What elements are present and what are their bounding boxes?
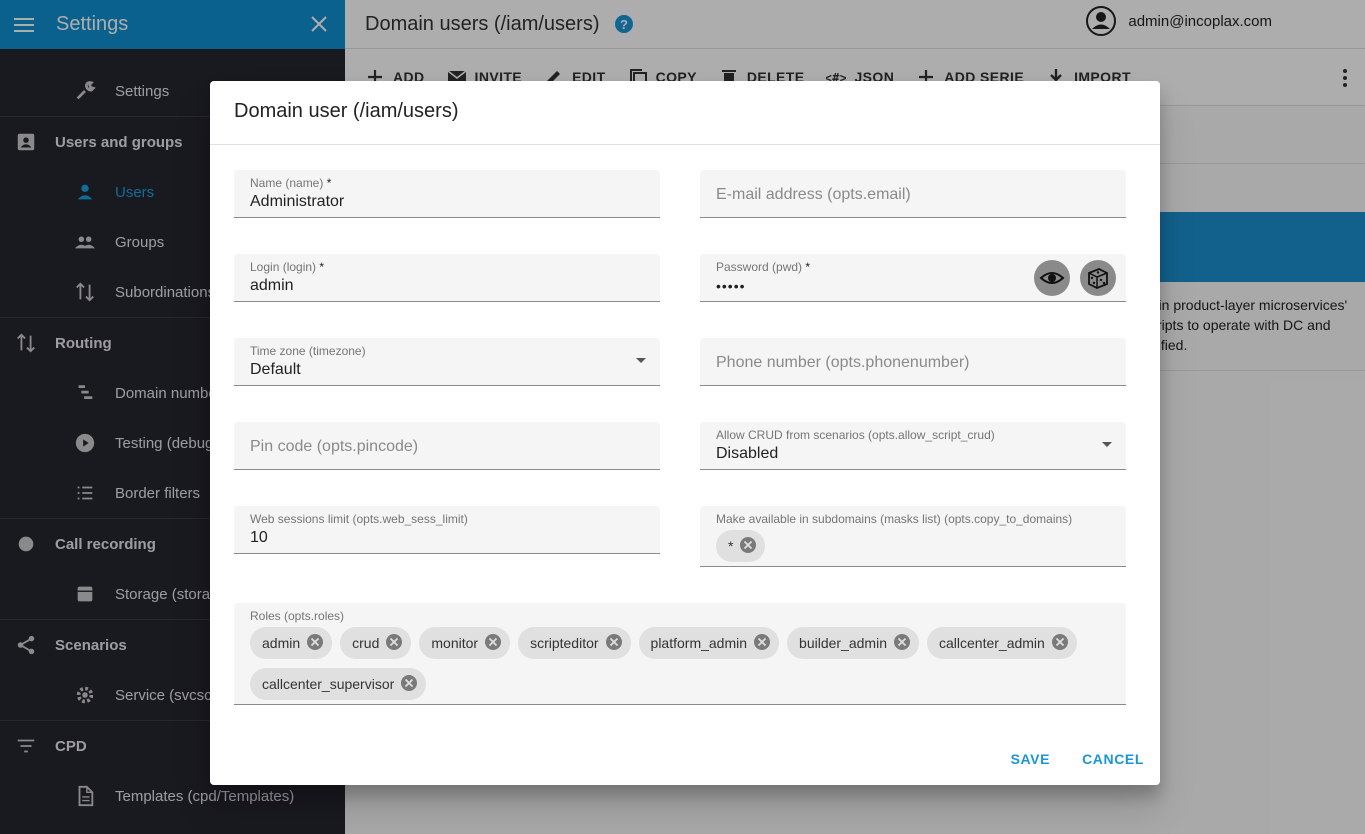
chip-label: admin [262, 635, 301, 651]
chevron-down-icon [1102, 442, 1112, 447]
email-placeholder: E-mail address (opts.email) [716, 186, 911, 203]
dialog-title: Domain user (/iam/users) [210, 81, 1160, 145]
pincode-placeholder: Pin code (opts.pincode) [250, 438, 419, 455]
generate-password-button[interactable] [1080, 260, 1116, 296]
save-button[interactable]: SAVE [1011, 751, 1051, 767]
remove-chip-icon[interactable] [599, 633, 623, 654]
chip[interactable]: callcenter_supervisor [250, 668, 427, 700]
allow-crud-select[interactable]: Allow CRUD from scenarios (opts.allow_sc… [700, 422, 1126, 470]
remove-chip-icon[interactable] [1045, 633, 1069, 654]
password-field[interactable]: Password (pwd) * ••••• [700, 254, 1126, 302]
chip[interactable]: platform_admin [638, 627, 780, 659]
roles-chips: admin crud monitor scripteditor platform_adm… [250, 627, 1110, 709]
remove-chip-icon[interactable] [887, 633, 911, 654]
login-label: Login (login) * [250, 260, 325, 274]
remove-chip-icon[interactable] [300, 633, 324, 654]
web-sessions-value: 10 [250, 529, 268, 546]
copy-to-domains-field[interactable]: Make available in subdomains (masks list… [700, 506, 1126, 567]
chip[interactable]: callcenter_admin [926, 627, 1077, 659]
login-field[interactable]: Login (login) * admin [234, 254, 660, 302]
chip-label: platform_admin [650, 635, 748, 651]
chip[interactable]: * [716, 530, 766, 562]
dialog-actions: SAVE CANCEL [979, 751, 1144, 767]
chip-label: callcenter_admin [938, 635, 1045, 651]
remove-chip-icon[interactable] [478, 633, 502, 654]
name-field[interactable]: Name (name) * Administrator [234, 170, 660, 218]
chip[interactable]: scripteditor [518, 627, 631, 659]
chip-label: crud [352, 635, 380, 651]
timezone-label: Time zone (timezone) [250, 344, 366, 358]
chip[interactable]: monitor [419, 627, 511, 659]
login-value: admin [250, 277, 294, 294]
cancel-button[interactable]: CANCEL [1082, 751, 1144, 767]
remove-chip-icon[interactable] [379, 633, 403, 654]
chip[interactable]: crud [340, 627, 412, 659]
chip-label: builder_admin [799, 635, 887, 651]
roles-field[interactable]: Roles (opts.roles) admin crud monitor scrip… [234, 603, 1126, 705]
name-value: Administrator [250, 193, 345, 210]
timezone-select[interactable]: Time zone (timezone) Default [234, 338, 660, 386]
remove-chip-icon[interactable] [394, 674, 418, 695]
show-password-button[interactable] [1034, 260, 1070, 296]
email-field[interactable]: E-mail address (opts.email) [700, 170, 1126, 218]
chip-label: callcenter_supervisor [262, 676, 395, 692]
chevron-down-icon [636, 358, 646, 363]
allow-crud-label: Allow CRUD from scenarios (opts.allow_sc… [716, 428, 995, 442]
phone-placeholder: Phone number (opts.phonenumber) [716, 354, 970, 371]
chip[interactable]: admin [250, 627, 333, 659]
allow-crud-value: Disabled [716, 445, 779, 462]
web-sessions-label: Web sessions limit (opts.web_sess_limit) [250, 512, 468, 526]
pincode-field[interactable]: Pin code (opts.pincode) [234, 422, 660, 470]
phone-field[interactable]: Phone number (opts.phonenumber) [700, 338, 1126, 386]
timezone-value: Default [250, 361, 301, 378]
remove-chip-icon[interactable] [733, 536, 757, 557]
chip-label: monitor [431, 635, 479, 651]
chip-label: scripteditor [530, 635, 599, 651]
roles-label: Roles (opts.roles) [250, 609, 345, 623]
chip[interactable]: builder_admin [787, 627, 919, 659]
dice-icon [1088, 268, 1108, 289]
web-sessions-field[interactable]: Web sessions limit (opts.web_sess_limit)… [234, 506, 660, 554]
user-dialog: Domain user (/iam/users) Name (name) * A… [210, 81, 1160, 785]
name-label: Name (name) * [250, 176, 332, 190]
copy-to-domains-label: Make available in subdomains (masks list… [716, 512, 1073, 526]
copy-to-domains-chips: * [716, 530, 1110, 571]
eye-icon [1039, 272, 1065, 284]
remove-chip-icon[interactable] [747, 633, 771, 654]
